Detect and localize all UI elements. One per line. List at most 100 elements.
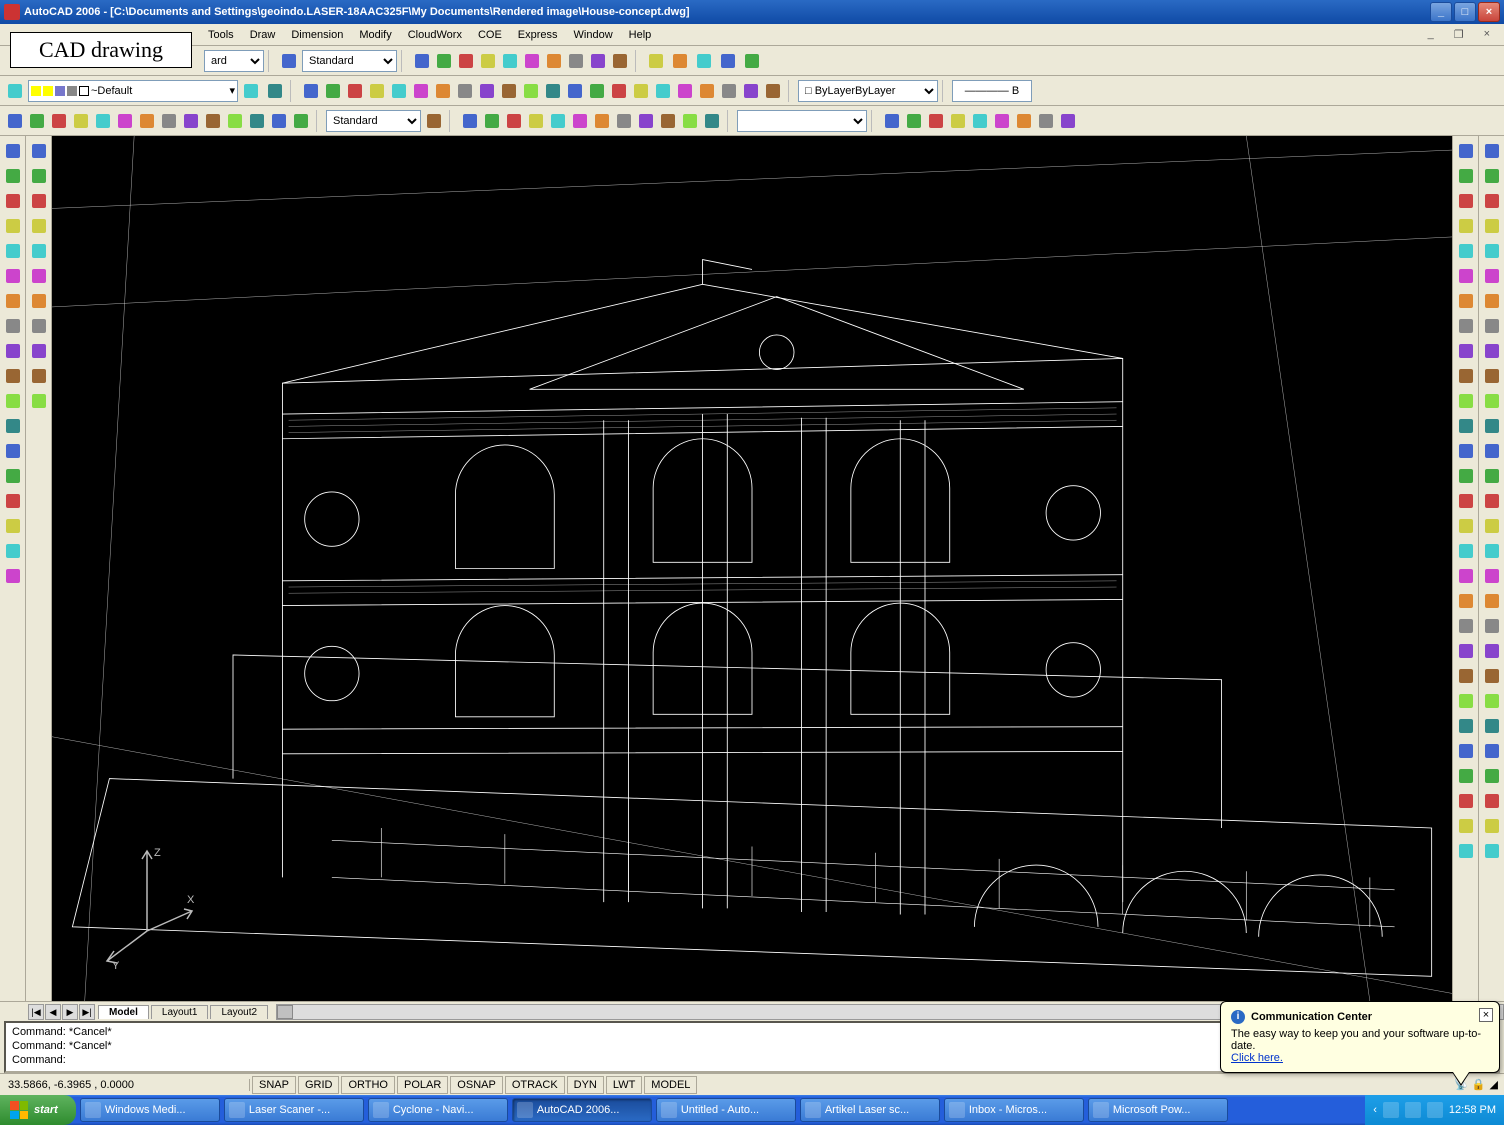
spline-icon[interactable] <box>202 110 224 132</box>
tb-r1-c[interactable] <box>693 50 715 72</box>
tray-icon-3[interactable] <box>1427 1102 1443 1118</box>
toggle-snap[interactable]: SNAP <box>252 1076 296 1094</box>
dim-style-icon[interactable] <box>433 50 455 72</box>
task-button-1[interactable]: Laser Scaner -... <box>224 1098 364 1122</box>
view-se-icon[interactable] <box>613 110 635 132</box>
orbit-icon[interactable] <box>1455 240 1477 262</box>
view-sw-icon[interactable] <box>591 110 613 132</box>
view-dropdown[interactable] <box>737 110 867 132</box>
dim-diameter-icon[interactable] <box>543 50 565 72</box>
ls-new-icon[interactable] <box>2 340 24 362</box>
dimstyle-dropdown[interactable]: Standard <box>302 50 397 72</box>
view-bot-icon[interactable] <box>481 110 503 132</box>
help-icon[interactable] <box>762 80 784 102</box>
osnap-none-icon[interactable] <box>1481 465 1503 487</box>
extrude-icon[interactable] <box>1481 515 1503 537</box>
ucs-z-icon[interactable] <box>969 110 991 132</box>
stretch-icon[interactable] <box>1455 590 1477 612</box>
task-button-7[interactable]: Microsoft Pow... <box>1088 1098 1228 1122</box>
clip-icon[interactable] <box>2 440 24 462</box>
id-icon[interactable] <box>1455 415 1477 437</box>
tab-nav-first[interactable]: |◀ <box>28 1004 44 1020</box>
polygon-icon[interactable] <box>92 110 114 132</box>
toggle-polar[interactable]: POLAR <box>397 1076 448 1094</box>
arc-t-icon[interactable] <box>28 265 50 287</box>
rotate-icon[interactable] <box>1455 765 1477 787</box>
mdi-minimize[interactable]: _ <box>1420 26 1442 43</box>
toggle-osnap[interactable]: OSNAP <box>450 1076 503 1094</box>
fillet-icon[interactable] <box>1455 465 1477 487</box>
pan-icon[interactable] <box>1455 140 1477 162</box>
top-icon[interactable] <box>2 465 24 487</box>
const-t-icon[interactable] <box>28 165 50 187</box>
layers-icon[interactable] <box>1455 840 1477 862</box>
copy-icon[interactable] <box>1455 640 1477 662</box>
tool-pal-icon[interactable] <box>674 80 696 102</box>
ucs-p-icon[interactable] <box>903 110 925 132</box>
tb-r1-b[interactable] <box>669 50 691 72</box>
cyl-icon[interactable] <box>1481 765 1503 787</box>
task-button-0[interactable]: Windows Medi... <box>80 1098 220 1122</box>
chamfer-icon[interactable] <box>1455 490 1477 512</box>
ucs-y-icon[interactable] <box>1035 110 1057 132</box>
redo-icon[interactable] <box>520 80 542 102</box>
view-r-icon[interactable] <box>525 110 547 132</box>
toggle-lwt[interactable]: LWT <box>606 1076 642 1094</box>
status-icon-lock[interactable]: 🔒 <box>1472 1078 1486 1091</box>
view-b-icon[interactable] <box>569 110 591 132</box>
tab-layout1[interactable]: Layout1 <box>151 1005 209 1019</box>
bottom-icon[interactable] <box>2 490 24 512</box>
zoom-all-icon[interactable] <box>1455 215 1477 237</box>
mapping-icon[interactable] <box>2 240 24 262</box>
sheet-icon[interactable] <box>696 80 718 102</box>
area-icon[interactable] <box>1455 340 1477 362</box>
cloud-t-icon[interactable] <box>28 315 50 337</box>
swivel-icon[interactable] <box>1455 265 1477 287</box>
menu-help[interactable]: Help <box>621 27 660 43</box>
copy-icon[interactable] <box>432 80 454 102</box>
view-nw-icon[interactable] <box>657 110 679 132</box>
dim-radius-icon[interactable] <box>521 50 543 72</box>
line-t-icon[interactable] <box>28 140 50 162</box>
ucs-3-icon[interactable] <box>991 110 1013 132</box>
ellipse-arc-icon[interactable] <box>246 110 268 132</box>
named-icon[interactable] <box>2 415 24 437</box>
open-icon[interactable] <box>322 80 344 102</box>
match-icon[interactable] <box>476 80 498 102</box>
menu-express[interactable]: Express <box>510 27 566 43</box>
linetype-dropdown[interactable]: ———— B <box>952 80 1032 102</box>
menu-draw[interactable]: Draw <box>242 27 284 43</box>
dc-icon[interactable] <box>652 80 674 102</box>
light-icon[interactable] <box>2 190 24 212</box>
dim-edit-icon[interactable] <box>423 110 445 132</box>
start-button[interactable]: start <box>0 1095 76 1125</box>
torus-icon[interactable] <box>1481 815 1503 837</box>
task-button-3[interactable]: AutoCAD 2006... <box>512 1098 652 1122</box>
break-icon[interactable] <box>1455 565 1477 587</box>
block-icon[interactable] <box>290 110 312 132</box>
pan-icon[interactable] <box>542 80 564 102</box>
tab-nav-prev[interactable]: ◀ <box>45 1004 61 1020</box>
dim-aligned-icon[interactable] <box>477 50 499 72</box>
spline-t-icon[interactable] <box>28 340 50 362</box>
minimize-button[interactable]: _ <box>1430 2 1452 22</box>
view-l-icon[interactable] <box>503 110 525 132</box>
palette-icon[interactable] <box>2 565 24 587</box>
toggle-model[interactable]: MODEL <box>644 1076 697 1094</box>
trim-icon[interactable] <box>1455 515 1477 537</box>
ellipse-icon[interactable] <box>224 110 246 132</box>
move-icon[interactable] <box>1455 740 1477 762</box>
osnap-ins-icon[interactable] <box>1481 315 1503 337</box>
layer-prev-icon[interactable] <box>240 80 262 102</box>
dim-update-icon[interactable] <box>278 50 300 72</box>
const-icon[interactable] <box>26 110 48 132</box>
tb-r1-e[interactable] <box>741 50 763 72</box>
zoom-win-icon[interactable] <box>586 80 608 102</box>
ucs-o-icon[interactable] <box>947 110 969 132</box>
tab-model[interactable]: Model <box>98 1005 149 1019</box>
extend-icon[interactable] <box>1455 540 1477 562</box>
standard-drop-icon[interactable] <box>411 50 433 72</box>
revolve-icon[interactable] <box>1481 540 1503 562</box>
menu-tools[interactable]: Tools <box>200 27 242 43</box>
properties-icon[interactable] <box>630 80 652 102</box>
